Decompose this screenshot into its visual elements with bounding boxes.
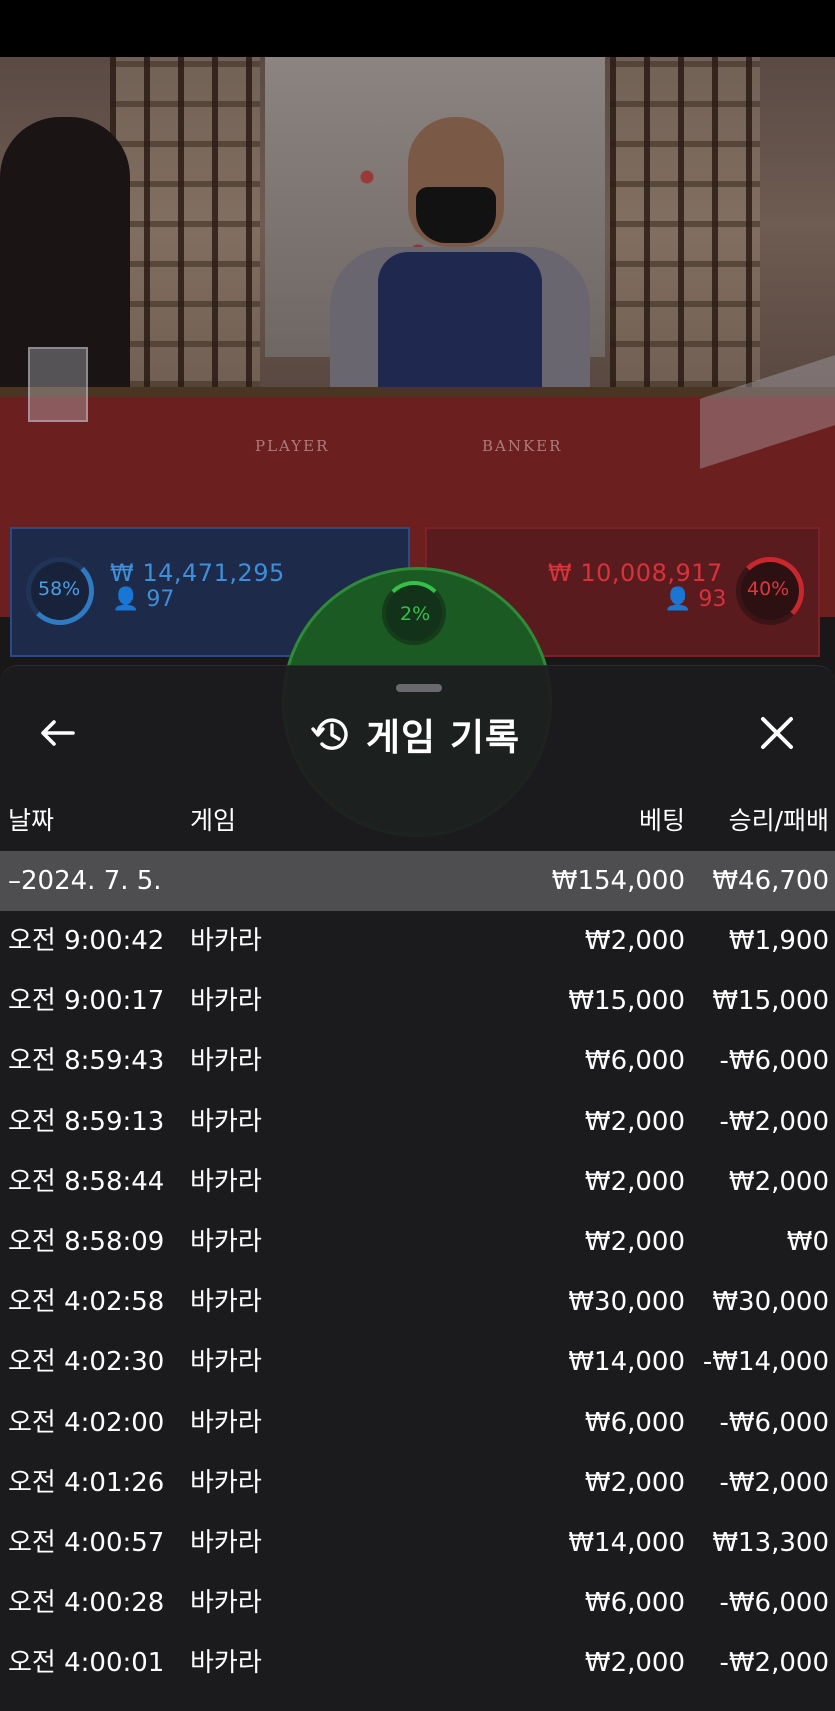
row-result: -₩6,000 (719, 1407, 829, 1438)
table-row[interactable]: 오전 4:01:26 바카라 ₩2,000 -₩2,000 (0, 1453, 835, 1513)
row-game: 바카라 (190, 1407, 262, 1438)
row-result: ₩2,000 (728, 1166, 829, 1197)
sheet-title-group: 게임 기록 (310, 706, 520, 762)
person-icon: 👤 (664, 587, 692, 612)
row-bet: ₩6,000 (584, 1588, 685, 1619)
row-game: 바카라 (190, 1347, 262, 1378)
person-icon: 👤 (112, 587, 140, 612)
row-bet: ₩6,000 (584, 1407, 685, 1438)
row-time: 오전 9:00:17 (8, 986, 165, 1017)
row-game: 바카라 (190, 1287, 262, 1318)
close-button[interactable] (752, 708, 802, 758)
row-time: 오전 9:00:42 (8, 926, 165, 956)
banker-percent: 40% (747, 578, 790, 600)
row-result: ₩1,900 (728, 926, 829, 956)
table-row[interactable]: 오전 4:02:58 바카라 ₩30,000 ₩30,000 (0, 1272, 835, 1332)
row-result: -₩2,000 (719, 1106, 829, 1137)
row-game: 바카라 (190, 1467, 262, 1498)
column-header-bet: 베팅 (638, 806, 685, 835)
banker-count: 👤 93 (664, 587, 726, 612)
row-time: 오전 8:58:44 (8, 1166, 165, 1197)
row-bet: ₩2,000 (584, 926, 685, 956)
column-header-game: 게임 (190, 806, 237, 835)
group-date: –2024. 7. 5. (8, 866, 162, 896)
row-result: ₩15,000 (712, 986, 829, 1017)
row-result: ₩30,000 (712, 1287, 829, 1318)
row-time: 오전 4:02:00 (8, 1407, 165, 1438)
row-time: 오전 4:00:01 (8, 1648, 165, 1679)
column-header-result: 승리/패배 (728, 806, 829, 835)
row-time: 오전 4:02:30 (8, 1347, 165, 1378)
row-game: 바카라 (190, 926, 262, 956)
row-time: 오전 8:59:43 (8, 1046, 165, 1077)
row-bet: ₩14,000 (568, 1528, 685, 1558)
table-row[interactable]: 오전 4:00:28 바카라 ₩6,000 -₩6,000 (0, 1573, 835, 1633)
row-bet: ₩2,000 (584, 1648, 685, 1679)
sheet-drag-handle[interactable] (396, 684, 442, 692)
player-count: 👤 97 (112, 587, 174, 612)
row-game: 바카라 (190, 1588, 262, 1619)
column-header-date: 날짜 (8, 806, 55, 835)
back-button[interactable] (32, 708, 82, 758)
row-bet: ₩2,000 (584, 1106, 685, 1137)
table-row[interactable]: 오전 4:02:30 바카라 ₩14,000 -₩14,000 (0, 1332, 835, 1392)
tie-percent: 2% (400, 603, 431, 625)
player-count-value: 97 (146, 587, 175, 612)
row-time: 오전 4:00:57 (8, 1528, 165, 1558)
lattice-screen-left (110, 57, 260, 387)
dealer-mask (416, 187, 496, 243)
table-row[interactable]: 오전 8:58:09 바카라 ₩2,000 ₩0 (0, 1212, 835, 1272)
game-history-sheet: 게임 기록 날짜 게임 베팅 승리/패배 –2024. 7. 5. ₩154,0… (0, 665, 835, 1711)
table-row[interactable]: 오전 9:00:17 바카라 ₩15,000 ₩15,000 (0, 971, 835, 1031)
lattice-screen-right (610, 57, 760, 387)
row-bet: ₩2,000 (584, 1227, 685, 1257)
row-time: 오전 4:00:28 (8, 1588, 165, 1619)
row-time: 오전 4:01:26 (8, 1467, 165, 1498)
row-time: 오전 8:59:13 (8, 1106, 165, 1137)
row-result: -₩2,000 (719, 1467, 829, 1498)
table-row[interactable]: 오전 4:00:57 바카라 ₩14,000 ₩13,300 (0, 1513, 835, 1573)
row-bet: ₩6,000 (584, 1046, 685, 1077)
row-result: -₩2,000 (719, 1648, 829, 1679)
player-percent: 58% (38, 578, 81, 600)
row-time: 오전 8:58:09 (8, 1227, 165, 1257)
history-icon (311, 718, 348, 750)
row-result: ₩0 (786, 1227, 829, 1257)
row-result: ₩13,300 (712, 1528, 829, 1558)
row-bet: ₩2,000 (584, 1166, 685, 1197)
card-holder (28, 347, 88, 422)
row-game: 바카라 (190, 1528, 262, 1558)
row-bet: ₩2,000 (584, 1467, 685, 1498)
row-game: 바카라 (190, 1046, 262, 1077)
arrow-left-icon (41, 720, 75, 746)
row-time: 오전 4:02:58 (8, 1287, 165, 1318)
row-game: 바카라 (190, 986, 262, 1017)
table-label-banker: BANKER (482, 437, 563, 455)
row-result: -₩6,000 (719, 1046, 829, 1077)
table-row[interactable]: 오전 4:00:01 바카라 ₩2,000 -₩2,000 (0, 1633, 835, 1693)
banker-count-value: 93 (698, 587, 727, 612)
close-icon (761, 717, 793, 749)
group-total-result: ₩46,700 (712, 866, 829, 896)
row-result: -₩14,000 (702, 1347, 829, 1378)
banker-total-amount: ₩ 10,008,917 (548, 559, 723, 587)
table-row[interactable]: 오전 8:58:44 바카라 ₩2,000 ₩2,000 (0, 1152, 835, 1212)
table-row[interactable]: 오전 8:59:13 바카라 ₩2,000 -₩2,000 (0, 1092, 835, 1152)
row-result: -₩6,000 (719, 1588, 829, 1619)
sheet-title: 게임 기록 (366, 716, 521, 759)
table-row[interactable]: 오전 8:59:43 바카라 ₩6,000 -₩6,000 (0, 1031, 835, 1091)
row-game: 바카라 (190, 1227, 262, 1257)
row-game: 바카라 (190, 1648, 262, 1679)
row-game: 바카라 (190, 1166, 262, 1197)
table-row[interactable]: 오전 4:02:00 바카라 ₩6,000 -₩6,000 (0, 1393, 835, 1453)
table-row[interactable]: 오전 9:00:42 바카라 ₩2,000 ₩1,900 (0, 911, 835, 971)
row-game: 바카라 (190, 1106, 262, 1137)
player-total-amount: ₩ 14,471,295 (110, 559, 285, 587)
row-bet: ₩30,000 (568, 1287, 685, 1318)
date-group-row[interactable]: –2024. 7. 5. ₩154,000 ₩46,700 (0, 851, 835, 911)
row-bet: ₩14,000 (568, 1347, 685, 1378)
group-total-bet: ₩154,000 (551, 866, 685, 896)
row-bet: ₩15,000 (568, 986, 685, 1017)
table-label-player: PLAYER (255, 437, 330, 455)
